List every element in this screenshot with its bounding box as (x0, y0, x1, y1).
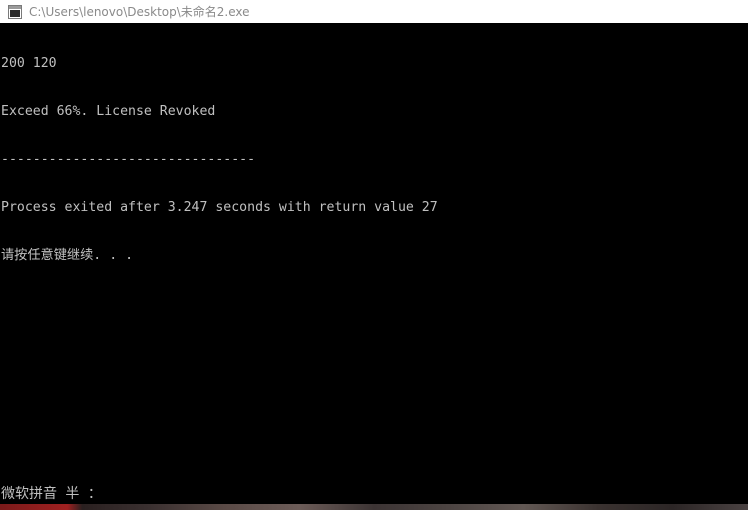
window-title: C:\Users\lenovo\Desktop\未命名2.exe (29, 5, 250, 19)
title-bar[interactable]: C:\Users\lenovo\Desktop\未命名2.exe (0, 0, 748, 23)
ime-status-indicator[interactable]: 微软拼音 半 ： (1, 486, 102, 502)
console-app-icon (8, 4, 22, 19)
background-strip (0, 504, 748, 510)
console-output[interactable]: 200 120 Exceed 66%. License Revoked ----… (0, 24, 748, 482)
console-window: C:\Users\lenovo\Desktop\未命名2.exe 200 120… (0, 0, 748, 510)
console-line: Process exited after 3.247 seconds with … (1, 200, 438, 215)
console-line: 请按任意键继续. . . (1, 248, 134, 263)
console-line: -------------------------------- (1, 152, 256, 167)
console-line: Exceed 66%. License Revoked (1, 104, 216, 119)
console-line: 200 120 (1, 56, 57, 71)
